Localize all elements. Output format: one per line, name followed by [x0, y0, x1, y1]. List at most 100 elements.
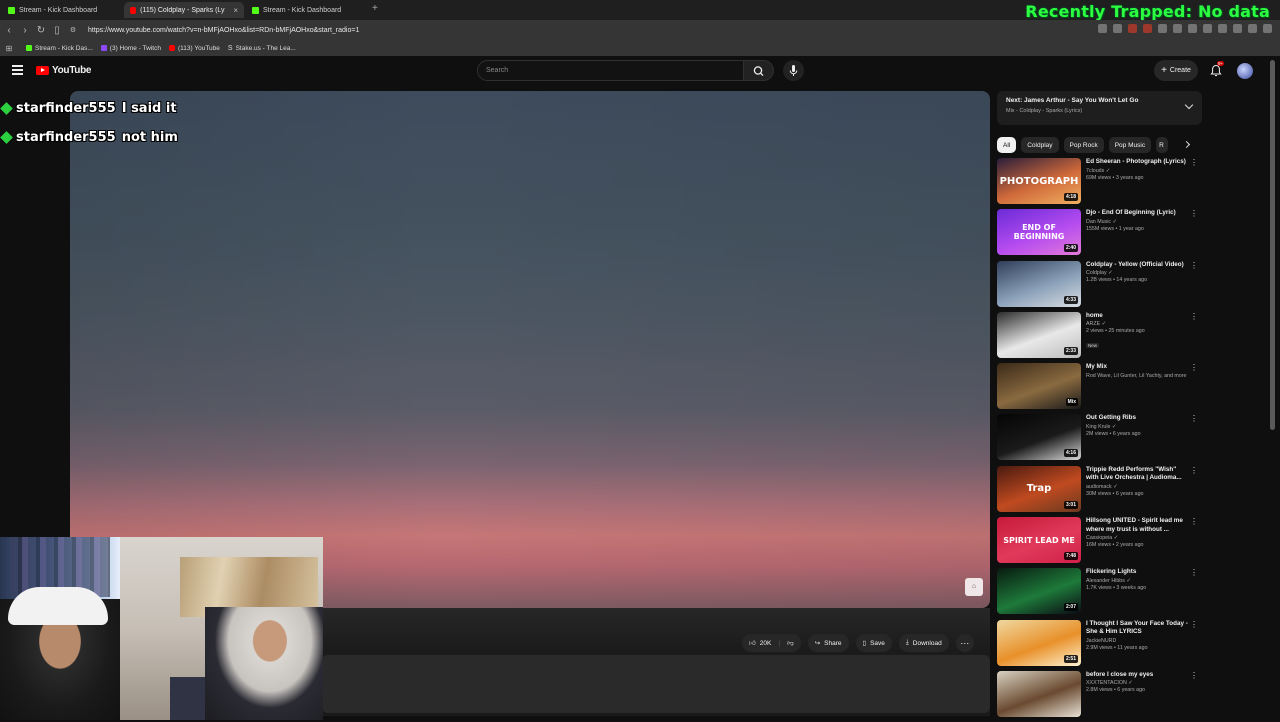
video-thumbnail[interactable]: 4:16: [997, 414, 1081, 461]
more-vert-icon[interactable]: ⋮: [1190, 671, 1198, 679]
url-field[interactable]: https://www.youtube.com/watch?v=n-bMFjAO…: [88, 27, 359, 34]
bookmark-kick[interactable]: Stream - Kick Das...: [26, 45, 93, 52]
channel-name[interactable]: JackieNURD: [1086, 638, 1190, 644]
extension-icon[interactable]: [1158, 24, 1167, 33]
video-thumbnail[interactable]: Trap 3:01: [997, 465, 1081, 512]
channel-name[interactable]: King Krule ✓: [1086, 424, 1190, 430]
back-icon[interactable]: ‹: [2, 25, 16, 36]
extension-icon[interactable]: [1218, 24, 1227, 33]
recommended-video[interactable]: 2:51 I Thought I Saw Your Face Today - Sh…: [997, 619, 1202, 671]
recommended-video[interactable]: 2:07 Flickering Lights Alexander Hibbs ✓ 1.…: [997, 568, 1202, 619]
more-vert-icon[interactable]: ⋮: [1190, 261, 1198, 269]
apps-grid-icon[interactable]: ⊞: [2, 44, 16, 53]
video-title[interactable]: My Mix: [1086, 363, 1190, 372]
extension-icon[interactable]: [1188, 24, 1197, 33]
extension-icon[interactable]: [1098, 24, 1107, 33]
channel-name[interactable]: Rod Wave, Lil Gunter, Lil Yachty, and mo…: [1086, 373, 1190, 379]
video-thumbnail[interactable]: 4:33: [997, 260, 1081, 307]
chip-all[interactable]: All: [997, 137, 1017, 153]
video-title[interactable]: Hillsong UNITED - Spirit lead me where m…: [1086, 517, 1190, 534]
extension-icon[interactable]: [1248, 24, 1257, 33]
close-icon[interactable]: ×: [233, 6, 238, 15]
description-box[interactable]: [322, 655, 990, 713]
video-thumbnail[interactable]: 2:33: [997, 311, 1081, 358]
extension-icon[interactable]: [1233, 24, 1242, 33]
new-tab-button[interactable]: +: [372, 3, 378, 14]
search-button[interactable]: [744, 60, 774, 81]
channel-name[interactable]: Cassiopeia ✓: [1086, 535, 1190, 541]
voice-search-button[interactable]: [783, 60, 804, 81]
more-vert-icon[interactable]: ⋮: [1190, 312, 1198, 320]
recommended-video[interactable]: Mix My Mix Rod Wave, Lil Gunter, Lil Yacht…: [997, 363, 1202, 414]
video-thumbnail[interactable]: [997, 670, 1081, 717]
video-thumbnail[interactable]: PHOTOGRAPH 4:18: [997, 158, 1081, 204]
recommended-video[interactable]: Trap 3:01 Trippie Redd Performs "Wish" wit…: [997, 465, 1202, 517]
video-title[interactable]: Coldplay - Yellow (Official Video): [1086, 261, 1190, 270]
avatar[interactable]: [1237, 63, 1253, 79]
download-button[interactable]: ⤓ Download: [898, 634, 949, 652]
hamburger-menu-icon[interactable]: [12, 65, 23, 77]
tab-kick-dashboard-2[interactable]: Stream - Kick Dashboard: [246, 2, 366, 18]
create-button[interactable]: + Create: [1154, 60, 1198, 81]
recommended-video[interactable]: PHOTOGRAPH 4:18 Ed Sheeran - Photograph (L…: [997, 158, 1202, 209]
bookmark-twitch[interactable]: (3) Home - Twitch: [100, 45, 161, 52]
share-button[interactable]: ↪ Share: [807, 634, 849, 652]
channel-name[interactable]: Alexander Hibbs ✓: [1086, 578, 1190, 584]
video-title[interactable]: Out Getting Ribs: [1086, 414, 1190, 423]
chip-pop-music[interactable]: Pop Music: [1108, 137, 1152, 153]
more-vert-icon[interactable]: ⋮: [1190, 364, 1198, 372]
like-button[interactable]: 👍︎ 20K | 👎︎: [742, 634, 801, 652]
video-title[interactable]: Trippie Redd Performs "Wish" with Live O…: [1086, 466, 1190, 483]
recommended-video[interactable]: 4:33 Coldplay - Yellow (Official Video) Co…: [997, 260, 1202, 312]
channel-name[interactable]: XXXTENTACION ✓: [1086, 680, 1190, 686]
player-settings-icon[interactable]: ⌂: [965, 578, 983, 596]
chevron-right-icon[interactable]: [1182, 140, 1191, 149]
recommended-video[interactable]: 2:33 home ARZE ✓ 2 views • 25 minutes ago Ne…: [997, 311, 1202, 363]
more-actions-button[interactable]: ⋯: [955, 634, 974, 652]
page-scrollbar[interactable]: [1270, 60, 1275, 430]
video-thumbnail[interactable]: SPIRIT LEAD ME 7:48: [997, 517, 1081, 564]
video-title[interactable]: I Thought I Saw Your Face Today - She & …: [1086, 620, 1190, 637]
notifications-button[interactable]: 9+: [1210, 61, 1225, 82]
video-player[interactable]: ⌂: [70, 91, 990, 608]
extension-icon[interactable]: [1173, 24, 1182, 33]
video-title[interactable]: Djo - End Of Beginning (Lyric): [1086, 209, 1190, 218]
thumbs-down-icon[interactable]: 👎︎: [787, 639, 794, 647]
more-vert-icon[interactable]: ⋮: [1190, 210, 1198, 218]
reload-icon[interactable]: ↻: [34, 25, 48, 36]
extension-icon[interactable]: [1128, 24, 1137, 33]
video-title[interactable]: Ed Sheeran - Photograph (Lyrics): [1086, 158, 1190, 167]
chip-pop-rock[interactable]: Pop Rock: [1063, 137, 1104, 153]
menu-icon[interactable]: [1263, 24, 1272, 33]
chip-coldplay[interactable]: Coldplay: [1021, 137, 1059, 153]
up-next-card[interactable]: Next: James Arthur - Say You Won't Let G…: [997, 91, 1202, 125]
bookmark-stake[interactable]: S Stake.us - The Lea...: [228, 45, 296, 52]
recommended-video[interactable]: END OF BEGINNING 2:40 Djo - End Of Beginni…: [997, 209, 1202, 260]
recommended-video[interactable]: before I close my eyes XXXTENTACION ✓ 2.8M…: [997, 670, 1202, 722]
channel-name[interactable]: Coldplay ✓: [1086, 270, 1190, 276]
more-vert-icon[interactable]: ⋮: [1190, 569, 1198, 577]
video-title[interactable]: home: [1086, 312, 1190, 321]
search-input[interactable]: Search: [477, 60, 744, 81]
recommended-video[interactable]: SPIRIT LEAD ME 7:48 Hillsong UNITED - Spir…: [997, 517, 1202, 568]
channel-name[interactable]: 7clouds ✓: [1086, 168, 1190, 174]
save-button[interactable]: ▯ Save: [855, 634, 892, 652]
video-thumbnail[interactable]: END OF BEGINNING 2:40: [997, 209, 1081, 256]
video-thumbnail[interactable]: 2:07: [997, 568, 1081, 615]
channel-name[interactable]: Dan Music ✓: [1086, 219, 1190, 225]
bookmark-icon[interactable]: ▯: [50, 25, 64, 36]
video-title[interactable]: Flickering Lights: [1086, 568, 1190, 577]
recommended-video[interactable]: 4:16 Out Getting Ribs King Krule ✓ 2M views…: [997, 414, 1202, 465]
tab-kick-dashboard-1[interactable]: Stream - Kick Dashboard: [2, 2, 122, 18]
channel-name[interactable]: audiomack ✓: [1086, 484, 1190, 490]
chip-partial[interactable]: R: [1156, 137, 1169, 153]
site-info-icon[interactable]: ⚙: [66, 26, 80, 34]
video-title[interactable]: before I close my eyes: [1086, 671, 1190, 680]
extension-icon[interactable]: [1203, 24, 1212, 33]
extension-icon[interactable]: [1143, 24, 1152, 33]
video-thumbnail[interactable]: 2:51: [997, 619, 1081, 666]
channel-name[interactable]: ARZE ✓: [1086, 321, 1190, 327]
more-vert-icon[interactable]: ⋮: [1190, 518, 1198, 526]
youtube-logo[interactable]: YouTube: [36, 65, 92, 76]
more-vert-icon[interactable]: ⋮: [1190, 415, 1198, 423]
